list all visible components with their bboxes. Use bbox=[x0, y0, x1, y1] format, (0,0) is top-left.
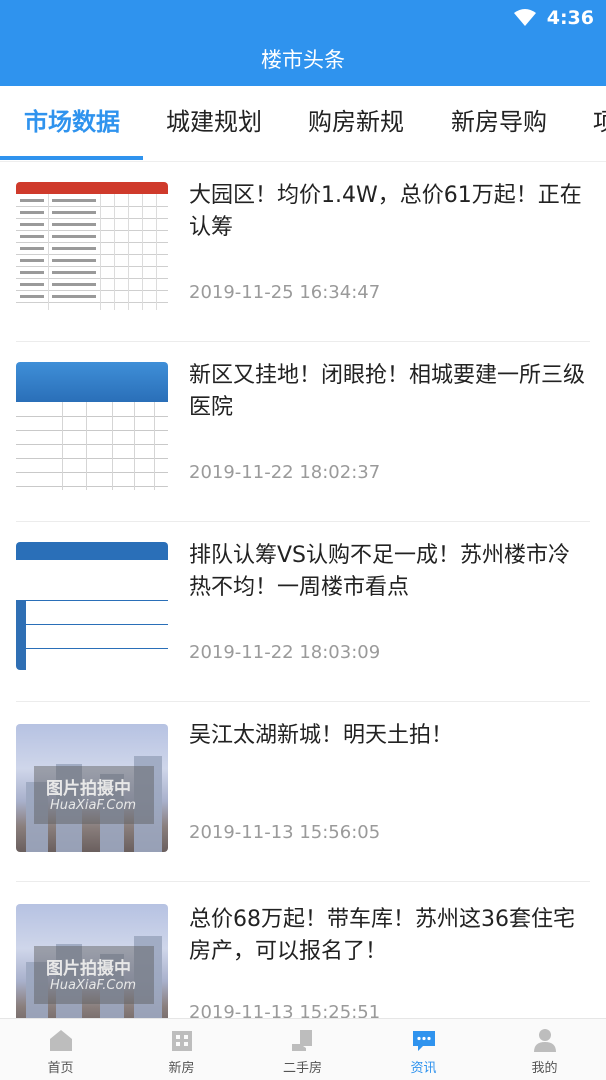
article-thumbnail: 图片拍摄中 HuaXiaF.Com bbox=[16, 904, 168, 1018]
status-time: 4:36 bbox=[546, 7, 594, 29]
wifi-icon bbox=[513, 9, 536, 26]
watermark-text: 图片拍摄中 bbox=[46, 779, 131, 799]
article-headline[interactable]: 排队认筹VS认购不足一成！苏州楼市冷热不均！一周楼市看点 bbox=[189, 540, 588, 604]
category-tabs: 市场数据 城建规划 购房新规 新房导购 项 bbox=[0, 86, 606, 162]
list-item[interactable]: 大园区！均价1.4W，总价61万起！正在认筹 2019-11-25 16:34:… bbox=[0, 162, 606, 342]
watermark-text: HuaXiaF.Com bbox=[50, 978, 137, 993]
article-headline[interactable]: 吴江太湖新城！明天土拍！ bbox=[189, 720, 588, 752]
tab-purchase-rules[interactable]: 购房新规 bbox=[308, 86, 404, 160]
nav-resale[interactable]: 二手房 bbox=[242, 1019, 363, 1080]
nav-new-homes[interactable]: 新房 bbox=[121, 1019, 242, 1080]
nav-home[interactable]: 首页 bbox=[0, 1019, 121, 1080]
article-date: 2019-11-13 15:56:05 bbox=[189, 822, 381, 843]
article-list: 大园区！均价1.4W，总价61万起！正在认筹 2019-11-25 16:34:… bbox=[0, 162, 606, 1018]
tab-urban-planning[interactable]: 城建规划 bbox=[166, 86, 262, 160]
list-item[interactable]: 排队认筹VS认购不足一成！苏州楼市冷热不均！一周楼市看点 2019-11-22 … bbox=[0, 522, 606, 702]
bottom-navigation: 首页 新房 二手房 资讯 我的 bbox=[0, 1018, 606, 1080]
article-thumbnail bbox=[16, 542, 168, 670]
article-thumbnail bbox=[16, 362, 168, 490]
nav-label: 新房 bbox=[168, 1061, 195, 1076]
building-icon bbox=[172, 1031, 192, 1051]
article-headline[interactable]: 新区又挂地！闭眼抢！相城要建一所三级医院 bbox=[189, 360, 588, 424]
watermark-text: HuaXiaF.Com bbox=[50, 798, 137, 813]
article-thumbnail: 图片拍摄中 HuaXiaF.Com bbox=[16, 724, 168, 852]
watermark-text: 图片拍摄中 bbox=[46, 959, 131, 979]
list-item[interactable]: 新区又挂地！闭眼抢！相城要建一所三级医院 2019-11-22 18:02:37 bbox=[0, 342, 606, 522]
house-hand-icon bbox=[292, 1030, 312, 1051]
nav-news[interactable]: 资讯 bbox=[363, 1019, 484, 1080]
article-headline[interactable]: 大园区！均价1.4W，总价61万起！正在认筹 bbox=[189, 180, 588, 244]
article-date: 2019-11-22 18:02:37 bbox=[189, 462, 381, 483]
tab-more[interactable]: 项 bbox=[593, 86, 606, 160]
status-bar: 4:36 bbox=[513, 6, 594, 30]
nav-label: 首页 bbox=[47, 1061, 74, 1076]
list-item[interactable]: 图片拍摄中 HuaXiaF.Com 总价68万起！带车库！苏州这36套住宅房产，… bbox=[0, 882, 606, 1018]
page-title: 楼市头条 bbox=[261, 48, 345, 72]
home-icon bbox=[50, 1030, 72, 1051]
article-date: 2019-11-22 18:03:09 bbox=[189, 642, 381, 663]
nav-mine[interactable]: 我的 bbox=[484, 1019, 605, 1080]
nav-label: 资讯 bbox=[410, 1061, 437, 1076]
tab-new-home-guide[interactable]: 新房导购 bbox=[451, 86, 547, 160]
chat-bubble-icon bbox=[413, 1031, 435, 1051]
nav-label: 我的 bbox=[531, 1061, 558, 1076]
tab-market-data[interactable]: 市场数据 bbox=[24, 86, 120, 160]
app-header: 4:36 楼市头条 bbox=[0, 0, 606, 86]
article-headline[interactable]: 总价68万起！带车库！苏州这36套住宅房产，可以报名了！ bbox=[189, 904, 588, 968]
user-icon bbox=[534, 1029, 556, 1052]
nav-label: 二手房 bbox=[282, 1061, 322, 1076]
article-thumbnail bbox=[16, 182, 168, 310]
list-item[interactable]: 图片拍摄中 HuaXiaF.Com 吴江太湖新城！明天土拍！ 2019-11-1… bbox=[0, 702, 606, 882]
article-date: 2019-11-13 15:25:51 bbox=[189, 1002, 381, 1018]
article-date: 2019-11-25 16:34:47 bbox=[189, 282, 381, 303]
active-tab-indicator bbox=[0, 156, 143, 160]
